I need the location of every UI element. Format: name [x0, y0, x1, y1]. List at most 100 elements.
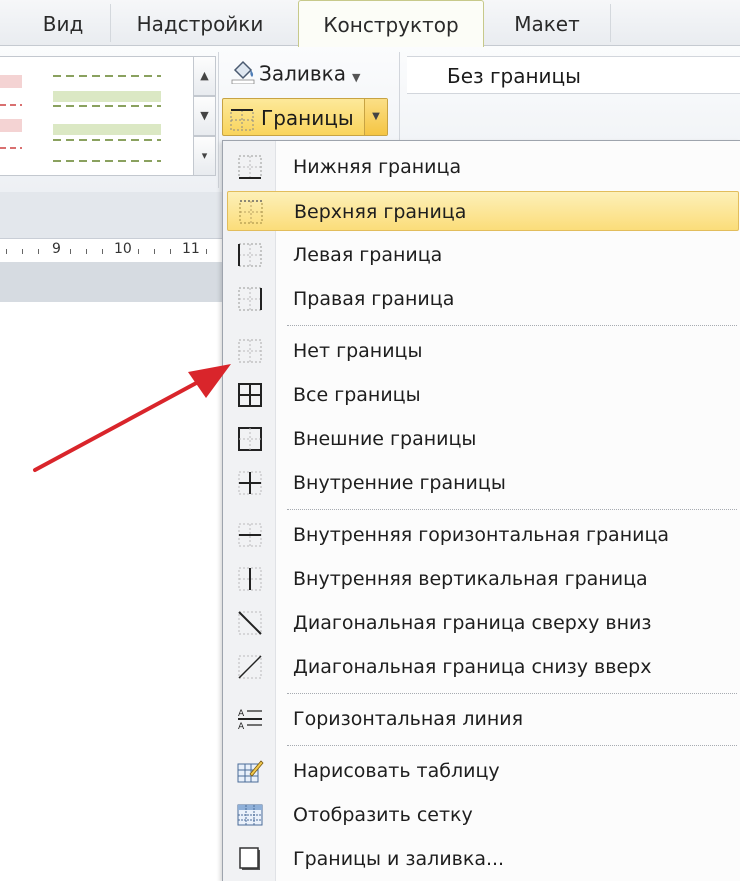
style-preview-red	[0, 75, 22, 88]
menu-item-label: Правая граница	[293, 288, 455, 310]
menu-item-label: Нет границы	[293, 340, 423, 362]
line-style-dropdown[interactable]: Без границы	[407, 56, 740, 94]
menu-item-label: Левая граница	[293, 244, 443, 266]
menu-item-border-inside-horizontal[interactable]: Внутренняя горизонтальная граница	[227, 515, 739, 555]
menu-item-label: Верхняя граница	[294, 201, 467, 223]
menu-item-label: Нижняя граница	[293, 156, 462, 178]
chevron-down-icon: ▼	[351, 70, 361, 84]
menu-item-border-top[interactable]: Верхняя граница	[227, 191, 739, 231]
menu-item-label: Диагональная граница снизу вверх	[293, 656, 652, 678]
border-inside-icon	[236, 470, 264, 496]
menu-item-borders-and-shading[interactable]: Границы и заливка...	[227, 839, 739, 879]
gallery-scroll-up-button[interactable]: ▲	[193, 56, 216, 96]
shading-label: Заливка	[259, 61, 346, 86]
border-inside-horizontal-icon	[236, 522, 264, 548]
horizontal-ruler[interactable]: 9 10 11	[0, 238, 226, 264]
menu-item-label: Все границы	[293, 384, 421, 406]
menu-item-border-diagonal-up[interactable]: Диагональная граница снизу вверх	[227, 647, 739, 687]
style-fill-band	[53, 124, 161, 135]
table-styles-gallery[interactable]	[0, 56, 194, 176]
menu-item-label: Внутренние границы	[293, 472, 506, 494]
style-dash-line	[53, 160, 161, 162]
ruler-tick	[22, 249, 23, 254]
ruler-margin-area	[0, 262, 226, 302]
tab-addins[interactable]: Надстройки	[120, 0, 280, 46]
style-preview-red	[0, 147, 22, 149]
ruler-tick	[154, 249, 155, 254]
border-none-icon	[236, 338, 264, 364]
tab-layout[interactable]: Макет	[488, 0, 606, 46]
borders-main-part[interactable]: Границы	[229, 99, 354, 135]
ribbon-tab-bar: Вид Надстройки Конструктор Макет	[0, 0, 740, 47]
table-style-preview[interactable]	[53, 67, 161, 167]
tab-view[interactable]: Вид	[22, 0, 104, 46]
menu-item-border-inside[interactable]: Внутренние границы	[227, 463, 739, 503]
tab-separator	[110, 4, 111, 42]
border-outside-icon	[236, 426, 264, 452]
ruler-tick	[102, 249, 103, 254]
menu-item-border-right[interactable]: Правая граница	[227, 279, 739, 319]
style-dash-line	[53, 105, 161, 107]
menu-item-border-none[interactable]: Нет границы	[227, 331, 739, 371]
view-gridlines-icon	[236, 802, 264, 828]
menu-item-view-gridlines[interactable]: Отобразить сетку	[227, 795, 739, 835]
ruler-tick	[38, 249, 39, 254]
horizontal-line-icon: A A	[236, 706, 264, 732]
menu-separator	[287, 509, 737, 510]
menu-item-border-bottom[interactable]: Нижняя граница	[227, 147, 739, 187]
ruler-number: 9	[52, 241, 61, 257]
style-preview-red	[0, 104, 22, 106]
menu-item-border-outside[interactable]: Внешние границы	[227, 419, 739, 459]
menu-separator	[287, 745, 737, 746]
menu-item-horizontal-line[interactable]: A A Горизонтальная линия	[227, 699, 739, 739]
border-diagonal-up-icon	[236, 654, 264, 680]
svg-text:A: A	[238, 709, 245, 719]
menu-item-border-diagonal-down[interactable]: Диагональная граница сверху вниз	[227, 603, 739, 643]
gallery-scroll-buttons: ▲ ▼ ▾	[193, 56, 216, 176]
borders-dropdown-arrow[interactable]: ▼	[364, 99, 387, 135]
ribbon-group-footer	[0, 192, 226, 238]
shading-button[interactable]: Заливка ▼	[229, 58, 360, 88]
ruler-number: 11	[182, 241, 200, 257]
menu-item-border-all[interactable]: Все границы	[227, 375, 739, 415]
ruler-number: 10	[114, 241, 132, 257]
menu-separator	[287, 325, 737, 326]
menu-item-label: Диагональная граница сверху вниз	[293, 612, 652, 634]
menu-item-label: Отобразить сетку	[293, 804, 473, 826]
border-grid-icon	[230, 108, 254, 130]
menu-item-label: Границы и заливка...	[293, 848, 505, 870]
menu-separator	[287, 693, 737, 694]
style-preview-red	[0, 119, 22, 132]
gallery-scroll-down-button[interactable]: ▼	[193, 96, 216, 136]
border-left-icon	[236, 242, 264, 268]
ruler-tick	[170, 249, 171, 254]
style-dash-line	[53, 139, 161, 141]
border-right-icon	[236, 286, 264, 312]
border-bottom-icon	[236, 154, 264, 180]
border-inside-vertical-icon	[236, 566, 264, 592]
border-top-icon	[237, 199, 265, 225]
border-all-icon	[236, 382, 264, 408]
menu-item-label: Внутренняя вертикальная граница	[293, 568, 648, 590]
menu-item-draw-table[interactable]: Нарисовать таблицу	[227, 751, 739, 791]
gallery-more-button[interactable]: ▾	[193, 136, 216, 176]
ruler-tick	[6, 249, 7, 254]
style-dash-line	[53, 75, 161, 77]
group-separator	[218, 52, 219, 188]
tab-separator	[610, 4, 611, 42]
menu-item-border-left[interactable]: Левая граница	[227, 235, 739, 275]
tab-design[interactable]: Конструктор	[298, 0, 484, 47]
menu-item-label: Внутренняя горизонтальная граница	[293, 524, 670, 546]
ruler-tick	[138, 249, 139, 254]
paint-bucket-icon	[229, 58, 259, 92]
draw-table-icon	[236, 758, 264, 784]
borders-and-shading-icon	[236, 846, 264, 872]
svg-text:A: A	[238, 722, 245, 732]
borders-label: Границы	[261, 106, 354, 130]
menu-item-border-inside-vertical[interactable]: Внутренняя вертикальная граница	[227, 559, 739, 599]
menu-item-label: Нарисовать таблицу	[293, 760, 500, 782]
borders-dropdown-menu: Нижняя граница Верхняя граница Левая гра…	[222, 140, 740, 881]
border-diagonal-down-icon	[236, 610, 264, 636]
borders-button[interactable]: Границы ▼	[222, 98, 388, 136]
ruler-tick	[70, 249, 71, 254]
